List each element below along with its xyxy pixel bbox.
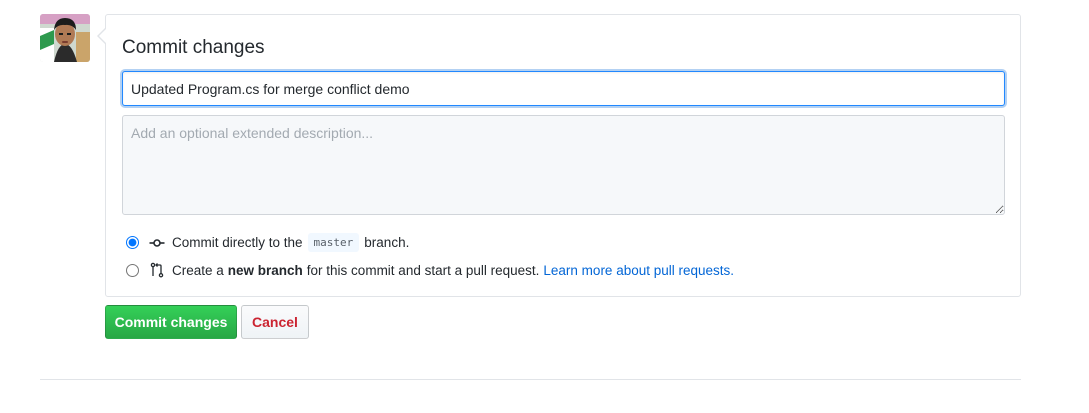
commit-description-field[interactable] xyxy=(122,115,1005,215)
commit-changes-button[interactable]: Commit changes xyxy=(105,305,237,339)
form-title: Commit changes xyxy=(122,37,265,58)
commit-direct-radio[interactable] xyxy=(126,236,139,249)
branch-name: master xyxy=(307,233,360,252)
commit-direct-suffix: branch. xyxy=(364,235,410,250)
pull-requests-help-link[interactable]: Learn more about pull requests. xyxy=(543,263,734,278)
new-branch-radio[interactable] xyxy=(126,263,139,277)
commit-direct-option[interactable]: Commit directly to the master branch. xyxy=(126,233,409,252)
avatar-image xyxy=(40,14,90,62)
commit-summary-input[interactable] xyxy=(122,71,1005,106)
new-branch-prefix: Create a xyxy=(172,262,224,278)
avatar[interactable] xyxy=(40,14,90,62)
new-branch-bold: new branch xyxy=(227,262,303,278)
cancel-button[interactable]: Cancel xyxy=(241,305,309,339)
git-commit-icon xyxy=(149,238,165,247)
git-pull-request-icon xyxy=(150,262,164,278)
commit-direct-prefix: Commit directly to the xyxy=(172,235,303,250)
callout-arrow-inner xyxy=(99,29,106,43)
new-branch-option[interactable]: Create a new branch for this commit and … xyxy=(126,262,734,278)
commit-form: Commit changes Commit directly to the ma… xyxy=(105,14,1021,297)
divider xyxy=(40,379,1021,380)
new-branch-suffix: for this commit and start a pull request… xyxy=(306,262,540,278)
